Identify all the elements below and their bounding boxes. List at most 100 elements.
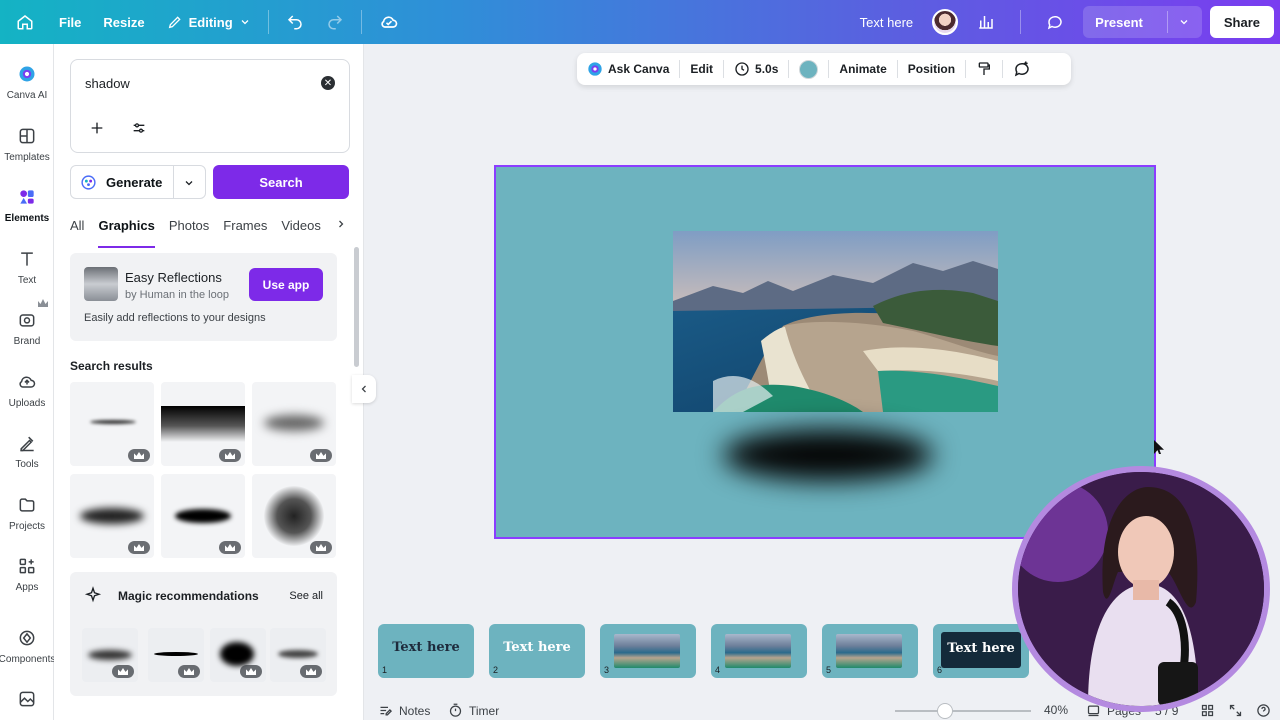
page-thumbnail[interactable]: Text here 2 bbox=[489, 624, 585, 678]
shadow-graphic-result[interactable] bbox=[70, 474, 154, 558]
rail-item-elements[interactable]: Elements bbox=[0, 187, 54, 224]
tab-photos[interactable]: Photos bbox=[169, 214, 209, 242]
page-number: 6 bbox=[937, 665, 943, 675]
rail-item-apps[interactable]: Apps bbox=[0, 556, 54, 593]
see-all-link[interactable]: See all bbox=[289, 590, 323, 602]
editing-mode-dropdown[interactable]: Editing bbox=[156, 0, 262, 44]
comment-icon bbox=[1048, 15, 1062, 30]
presenter-webcam bbox=[1012, 466, 1270, 712]
zoom-level[interactable]: 40% bbox=[1044, 703, 1068, 717]
animate-button[interactable]: Animate bbox=[829, 53, 896, 85]
home-button[interactable] bbox=[0, 0, 48, 44]
recommended-shadow-graphic[interactable] bbox=[270, 628, 326, 682]
cloud-check-icon bbox=[381, 16, 397, 28]
magic-recommendations: Magic recommendations See all bbox=[70, 572, 337, 696]
rail-item-brand[interactable]: Brand bbox=[0, 299, 54, 347]
help-icon bbox=[1257, 704, 1270, 717]
page-thumbnail[interactable]: Text here 1 bbox=[378, 624, 474, 678]
editing-label: Editing bbox=[188, 14, 233, 30]
plus-icon[interactable] bbox=[89, 120, 105, 136]
rail-item-text[interactable]: Text bbox=[0, 249, 54, 286]
rail-item-tools[interactable]: Tools bbox=[0, 433, 54, 470]
crown-icon bbox=[38, 299, 48, 307]
shadow-graphic-result[interactable] bbox=[161, 382, 245, 466]
tab-frames[interactable]: Frames bbox=[223, 214, 267, 242]
zoom-slider-track[interactable] bbox=[895, 710, 1031, 712]
recommended-shadow-graphic[interactable] bbox=[82, 628, 138, 682]
chevron-down-icon bbox=[241, 20, 249, 25]
rail-item-templates[interactable]: Templates bbox=[0, 126, 54, 163]
collapse-panel-button[interactable] bbox=[352, 375, 376, 403]
folder-icon bbox=[19, 498, 35, 512]
crown-icon bbox=[300, 665, 322, 678]
add-comment-button[interactable] bbox=[1003, 53, 1041, 85]
crown-icon bbox=[219, 449, 241, 462]
notes-button[interactable]: Notes bbox=[378, 703, 430, 718]
position-button[interactable]: Position bbox=[898, 53, 965, 85]
file-menu[interactable]: File bbox=[48, 0, 92, 44]
share-button[interactable]: Share bbox=[1209, 6, 1274, 38]
clear-search-icon[interactable]: ✕ bbox=[321, 76, 335, 90]
timer-button[interactable]: Timer bbox=[448, 703, 499, 718]
recommended-shadow-graphic[interactable] bbox=[210, 628, 266, 682]
chevron-down-icon[interactable] bbox=[1178, 16, 1190, 28]
avatar[interactable] bbox=[932, 9, 959, 35]
timer-icon bbox=[449, 703, 462, 717]
undo-icon bbox=[287, 15, 302, 30]
filter-sliders-icon[interactable] bbox=[131, 120, 147, 136]
background-color-button[interactable] bbox=[789, 53, 828, 85]
page-thumbnail[interactable]: 5 bbox=[822, 624, 918, 678]
insights-button[interactable] bbox=[966, 0, 1006, 44]
design-canvas[interactable] bbox=[494, 165, 1156, 539]
shadow-graphic-result[interactable] bbox=[161, 474, 245, 558]
shadow-graphic-result[interactable] bbox=[252, 474, 336, 558]
comments-button[interactable] bbox=[1035, 0, 1075, 44]
rail-label: Canva AI bbox=[6, 90, 48, 101]
notes-icon bbox=[380, 706, 393, 716]
recommended-shadow-graphic[interactable] bbox=[148, 628, 204, 682]
redo-button[interactable] bbox=[315, 0, 355, 44]
tab-videos[interactable]: Videos bbox=[281, 214, 321, 242]
drop-shadow-graphic[interactable] bbox=[723, 429, 933, 481]
tab-graphics[interactable]: Graphics bbox=[98, 214, 156, 248]
resize-button[interactable]: Resize bbox=[92, 0, 155, 44]
page-thumbnail[interactable]: Text here 6 bbox=[933, 624, 1029, 678]
generate-button[interactable]: Generate bbox=[70, 165, 206, 199]
rail-item-components[interactable]: Components bbox=[0, 628, 56, 665]
rail-item-projects[interactable]: Projects bbox=[0, 495, 54, 532]
page-thumbnail[interactable]: 4 bbox=[711, 624, 807, 678]
fullscreen-button[interactable] bbox=[1228, 703, 1243, 718]
panel-scrollbar[interactable] bbox=[354, 247, 359, 367]
rail-label: Components bbox=[0, 654, 56, 665]
rail-item-canva-ai[interactable]: Canva AI bbox=[0, 64, 54, 101]
present-label: Present bbox=[1095, 14, 1143, 30]
app-card[interactable]: Easy Reflections by Human in the loop Us… bbox=[70, 253, 337, 341]
copy-style-button[interactable] bbox=[966, 53, 1002, 85]
tabs-next-button[interactable] bbox=[335, 214, 347, 242]
duration-button[interactable]: 5.0s bbox=[724, 53, 788, 85]
help-button[interactable] bbox=[1256, 703, 1271, 718]
search-button[interactable]: Search bbox=[213, 165, 349, 199]
rail-item-more[interactable] bbox=[0, 689, 54, 715]
grid-view-button[interactable] bbox=[1200, 703, 1215, 718]
search-box[interactable]: shadow ✕ bbox=[70, 59, 350, 153]
tab-all[interactable]: All bbox=[70, 214, 84, 242]
app-thumbnail bbox=[84, 267, 118, 301]
undo-button[interactable] bbox=[275, 0, 315, 44]
chevron-down-icon[interactable] bbox=[183, 177, 195, 189]
beach-city-photo[interactable] bbox=[673, 231, 998, 412]
ask-canva-button[interactable]: Ask Canva bbox=[577, 53, 679, 85]
page-thumbnail[interactable]: 3 bbox=[600, 624, 696, 678]
cloud-save-status[interactable] bbox=[368, 0, 410, 44]
rail-item-uploads[interactable]: Uploads bbox=[0, 372, 54, 409]
redo-icon bbox=[327, 15, 342, 30]
grid-icon bbox=[1201, 704, 1214, 717]
use-app-button[interactable]: Use app bbox=[249, 268, 323, 301]
shadow-graphic-result[interactable] bbox=[70, 382, 154, 466]
search-input[interactable]: shadow bbox=[85, 76, 130, 91]
shadow-graphic-result[interactable] bbox=[252, 382, 336, 466]
present-button[interactable]: Present bbox=[1083, 6, 1202, 38]
design-title[interactable]: Text here bbox=[849, 0, 924, 44]
edit-button[interactable]: Edit bbox=[680, 53, 723, 85]
zoom-slider-handle[interactable] bbox=[937, 703, 953, 719]
